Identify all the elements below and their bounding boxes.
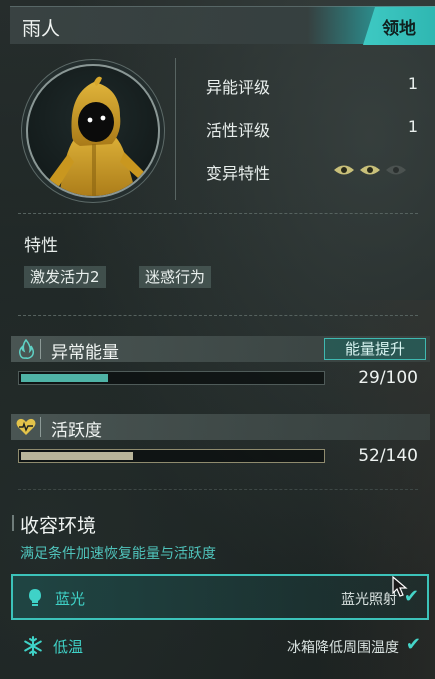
condition-name: 蓝光 <box>55 590 86 608</box>
energy-header: 异常能量 能量提升 <box>11 336 430 363</box>
section-divider <box>18 315 418 316</box>
activity-value: 52/140 <box>358 446 418 466</box>
ability-rating-value: 1 <box>407 74 418 93</box>
mutation-eyes <box>333 163 407 177</box>
heart-pulse-icon <box>11 414 41 440</box>
containment-title: 收容环境 <box>20 515 97 537</box>
territory-tag-button[interactable]: 领地 <box>363 7 435 45</box>
mutation-trait-label: 变异特性 <box>206 164 271 183</box>
energy-value: 29/100 <box>358 368 418 388</box>
check-icon: ✔ <box>405 634 421 655</box>
snowflake-icon <box>24 636 42 656</box>
eye-icon <box>386 165 406 175</box>
energy-title: 异常能量 <box>51 343 119 363</box>
section-marker <box>12 515 14 531</box>
eye-icon <box>360 165 380 175</box>
energy-bar-fill <box>21 374 109 382</box>
condition-description: 蓝光照射 <box>341 592 397 608</box>
traits-title: 特性 <box>24 236 58 256</box>
containment-description: 满足条件加速恢复能量与活跃度 <box>20 546 216 562</box>
activity-title: 活跃度 <box>51 421 102 441</box>
activity-rating-label: 活性评级 <box>206 121 271 140</box>
condition-description: 冰箱降低周围温度 <box>287 640 399 656</box>
flame-icon <box>11 336 41 362</box>
energy-boost-button[interactable]: 能量提升 <box>324 338 426 360</box>
condition-row-blue-light[interactable]: 蓝光 蓝光照射 ✔ <box>11 574 429 620</box>
page-title: 雨人 <box>22 18 61 40</box>
trait-badge[interactable]: 激发活力2 <box>24 266 106 288</box>
section-divider <box>18 489 418 490</box>
eye-icon <box>334 165 354 175</box>
ability-rating-label: 异能评级 <box>206 78 271 97</box>
header-bar: 雨人 领地 <box>10 6 435 45</box>
lightbulb-icon <box>29 589 41 606</box>
section-divider <box>18 213 418 214</box>
condition-name: 低温 <box>53 638 84 656</box>
raincoat-figure-icon <box>46 76 144 196</box>
mouse-cursor-icon <box>392 576 408 597</box>
portrait-divider <box>175 58 176 200</box>
energy-bar <box>18 371 325 385</box>
condition-row-low-temp[interactable]: 低温 冰箱降低周围温度 ✔ <box>11 624 429 670</box>
activity-bar-fill <box>21 452 133 460</box>
activity-bar <box>18 449 325 463</box>
activity-rating-value: 1 <box>407 117 418 136</box>
trait-badge[interactable]: 迷惑行为 <box>139 266 212 288</box>
activity-header: 活跃度 <box>11 414 430 441</box>
character-portrait <box>26 64 160 198</box>
